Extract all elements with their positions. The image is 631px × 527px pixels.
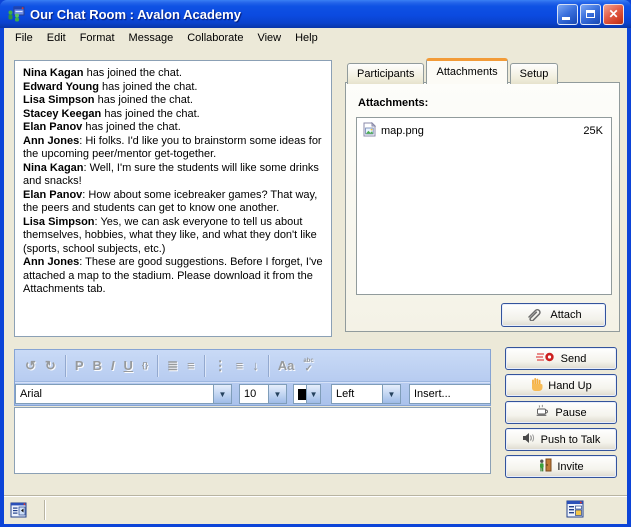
hand-icon: [530, 377, 543, 394]
toolbar-separator: [157, 355, 158, 377]
chat-message: Edward Young has joined the chat.: [23, 81, 323, 95]
font-family-select[interactable]: Arial ▼: [15, 384, 232, 404]
font-color-select[interactable]: ▼: [293, 384, 321, 404]
minimize-icon[interactable]: [557, 4, 578, 25]
alignment-select[interactable]: Left ▼: [331, 384, 401, 404]
menu-message[interactable]: Message: [122, 30, 181, 46]
chat-message: Lisa Simpson has joined the chat.: [23, 94, 323, 108]
send-button-label: Send: [561, 353, 587, 365]
attachments-panel: Attachments: map.png 25K: [345, 82, 620, 332]
chevron-down-icon[interactable]: ▼: [213, 385, 231, 403]
push-to-talk-button-label: Push to Talk: [541, 434, 601, 446]
send-button[interactable]: Send: [505, 347, 617, 370]
layout-status-icon[interactable]: [565, 499, 585, 524]
chat-message: Ann Jones: These are good suggestions. B…: [23, 256, 323, 297]
italic-icon[interactable]: I: [111, 359, 115, 372]
titlebar[interactable]: Our Chat Room : Avalon Academy ✕: [0, 0, 631, 28]
invite-button[interactable]: Invite: [505, 455, 617, 478]
push-to-talk-button[interactable]: Push to Talk: [505, 428, 617, 451]
tab-setup[interactable]: Setup: [510, 63, 559, 84]
chat-message: Stacey Keegan has joined the chat.: [23, 108, 323, 122]
menu-format[interactable]: Format: [73, 30, 122, 46]
horizontal-rule-icon[interactable]: ≡: [236, 359, 244, 372]
status-bar: [4, 495, 627, 524]
bullet-list-icon[interactable]: ⋮: [214, 359, 227, 372]
chat-message: Nina Kagan has joined the chat.: [23, 67, 323, 81]
speaker-icon: [522, 432, 536, 447]
menu-collaborate[interactable]: Collaborate: [180, 30, 250, 46]
maximize-icon[interactable]: [580, 4, 601, 25]
status-separator: [44, 500, 45, 520]
spell-check-icon[interactable]: abc ✓: [303, 358, 313, 373]
message-input[interactable]: [14, 407, 491, 474]
pause-button-label: Pause: [555, 407, 586, 419]
chevron-down-icon[interactable]: ▼: [306, 385, 320, 403]
bold-icon[interactable]: B: [92, 359, 101, 372]
tab-strip: Participants Attachments Setup: [347, 60, 560, 84]
compose-controls-row: Arial ▼ 10 ▼ ▼ Left ▼ Insert...: [15, 382, 490, 406]
chevron-down-icon[interactable]: ▼: [382, 385, 400, 403]
color-swatch: [298, 389, 306, 400]
fixed-width-icon[interactable]: {}: [142, 362, 148, 370]
send-swoosh-icon: [536, 351, 556, 366]
client-area: Nina Kagan has joined the chat. Edward Y…: [4, 48, 627, 523]
chat-room-window: Our Chat Room : Avalon Academy ✕ File Ed…: [0, 0, 631, 527]
chat-message: Lisa Simpson: Yes, we can ask everyone t…: [23, 216, 323, 257]
audio-status-icon[interactable]: [10, 501, 28, 524]
increase-indent-icon[interactable]: ≣: [167, 359, 178, 372]
attach-button-label: Attach: [550, 309, 581, 321]
hand-up-button[interactable]: Hand Up: [505, 374, 617, 397]
attachment-size: 25K: [583, 125, 603, 137]
undo-icon[interactable]: ↺: [25, 359, 36, 372]
toolbar-separator: [65, 355, 66, 377]
menu-edit[interactable]: Edit: [40, 30, 73, 46]
coffee-cup-icon: [535, 404, 550, 421]
window-title: Our Chat Room : Avalon Academy: [30, 7, 557, 22]
attach-button[interactable]: Attach: [501, 303, 606, 327]
insert-below-icon[interactable]: ↓: [252, 359, 259, 372]
person-door-icon: [538, 458, 552, 475]
pause-button[interactable]: Pause: [505, 401, 617, 424]
font-size-select[interactable]: 10 ▼: [239, 384, 287, 404]
menu-help[interactable]: Help: [288, 30, 325, 46]
attachment-name: map.png: [381, 125, 424, 137]
tab-attachments[interactable]: Attachments: [426, 58, 507, 84]
close-icon[interactable]: ✕: [603, 4, 624, 25]
toolbar-separator: [204, 355, 205, 377]
chat-message: Ann Jones: Hi folks. I'd like you to bra…: [23, 135, 323, 162]
tab-participants[interactable]: Participants: [347, 63, 424, 84]
menu-view[interactable]: View: [250, 30, 288, 46]
attachment-row[interactable]: map.png 25K: [357, 118, 611, 140]
attachments-label: Attachments:: [358, 97, 428, 109]
attachments-list: map.png 25K: [356, 117, 612, 295]
decrease-indent-icon[interactable]: ≡: [187, 359, 195, 372]
chat-message: Nina Kagan: Well, I'm sure the students …: [23, 162, 323, 189]
menu-bar: File Edit Format Message Collaborate Vie…: [4, 28, 627, 48]
image-file-icon: [363, 122, 376, 140]
chat-message: Elan Panov: How about some icebreaker ga…: [23, 189, 323, 216]
toolbar-icon-row: ↺ ↻ P B I U {} ≣ ≡ ⋮ ≡ ↓ Aa abc ✓: [15, 350, 490, 382]
redo-icon[interactable]: ↻: [45, 359, 56, 372]
underline-icon[interactable]: U: [124, 359, 133, 372]
plain-text-icon[interactable]: P: [75, 359, 84, 372]
window-controls: ✕: [557, 4, 624, 25]
chat-people-icon: [7, 6, 25, 22]
paperclip-icon: [525, 307, 545, 324]
chevron-down-icon[interactable]: ▼: [268, 385, 286, 403]
menu-file[interactable]: File: [8, 30, 40, 46]
toolbar-separator: [268, 355, 269, 377]
chat-message: Elan Panov has joined the chat.: [23, 121, 323, 135]
insert-control[interactable]: Insert...: [409, 384, 491, 404]
chat-log: Nina Kagan has joined the chat. Edward Y…: [14, 60, 332, 337]
hand-up-button-label: Hand Up: [548, 380, 591, 392]
invite-button-label: Invite: [557, 461, 583, 473]
formatting-toolbar: ↺ ↻ P B I U {} ≣ ≡ ⋮ ≡ ↓ Aa abc ✓: [14, 349, 491, 406]
font-icon[interactable]: Aa: [278, 359, 295, 372]
